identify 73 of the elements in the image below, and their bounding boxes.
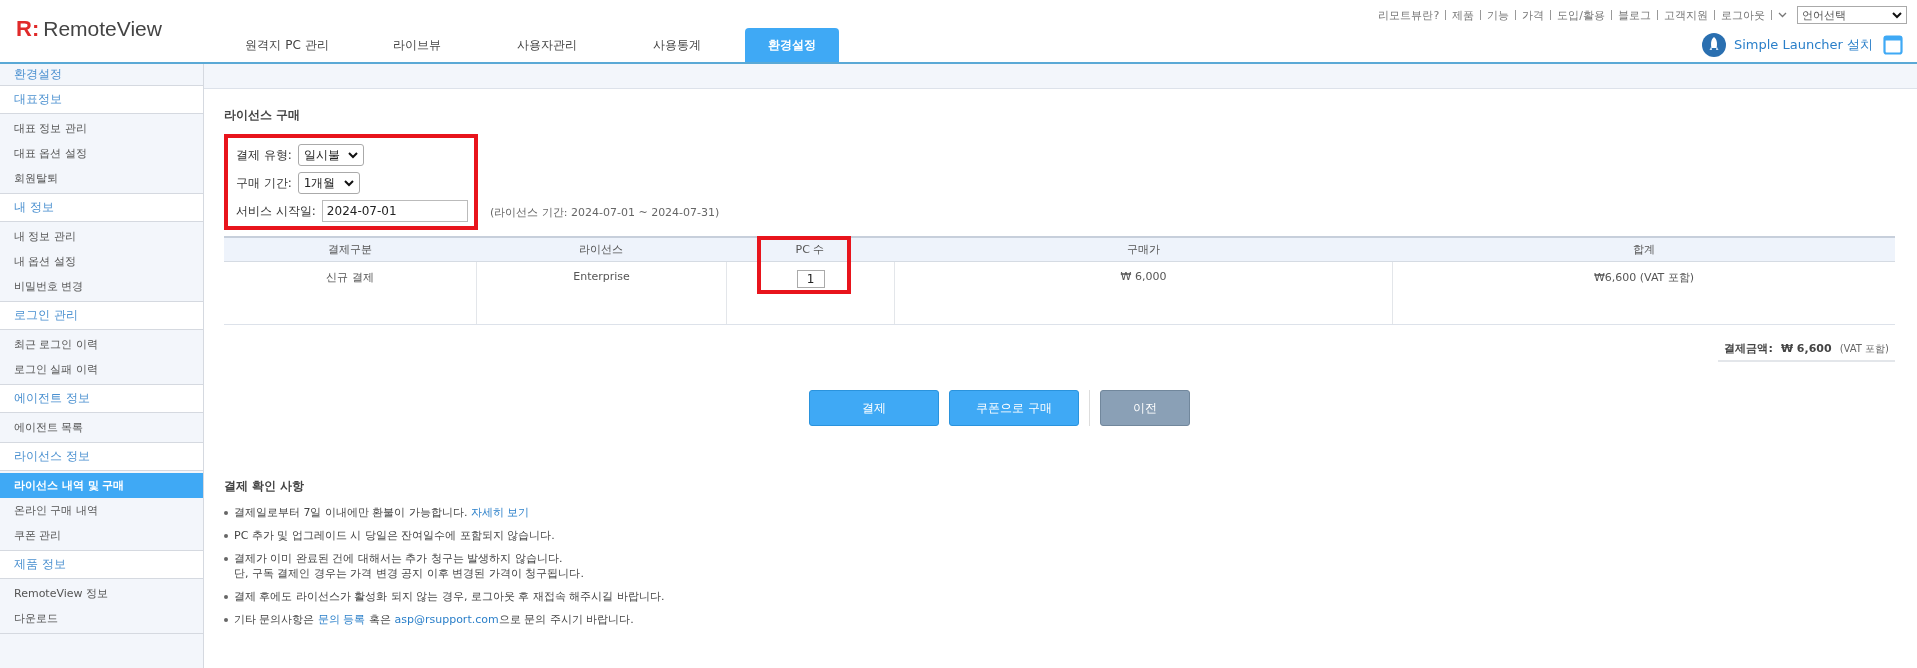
field-label: 서비스 시작일:: [236, 202, 316, 220]
sidebar-item[interactable]: 대표 옵션 설정: [0, 141, 203, 166]
caret-icon: [1892, 11, 1902, 19]
sidebar-item[interactable]: 최근 로그인 이력: [0, 332, 203, 357]
utility-link[interactable]: 고객지원: [1664, 7, 1708, 23]
window-icon[interactable]: [1883, 35, 1903, 55]
sidebar-item[interactable]: 온라인 구매 내역: [0, 498, 203, 523]
launcher-link[interactable]: Simple Launcher 설치: [1701, 33, 1873, 57]
bullet-icon: [224, 534, 228, 538]
column-header: 라이선스: [476, 238, 726, 262]
sidebar-item[interactable]: 대표 정보 관리: [0, 116, 203, 141]
sidebar-group-title: 로그인 관리: [0, 302, 203, 330]
bullet-icon: [224, 557, 228, 561]
caret-icon: [347, 151, 358, 159]
column-header: 구매가: [894, 238, 1392, 262]
note-text: 기타 문의사항은 문의 등록 혹은 asp@rsupport.com으로 문의 주시기 바랍니다.: [234, 612, 634, 627]
sidebar-item[interactable]: 내 옵션 설정: [0, 249, 203, 274]
notes-title: 결제 확인 사항: [224, 478, 306, 495]
table-cell: Enterprise: [476, 262, 726, 324]
dropdown[interactable]: 일시불: [297, 144, 364, 166]
sidebar-item[interactable]: 비밀번호 변경: [0, 274, 203, 299]
nav-tab[interactable]: 사용통계: [615, 28, 739, 62]
rocket-icon: [1701, 33, 1726, 57]
sidebar-item[interactable]: 에이전트 목록: [0, 415, 203, 440]
column-header: 결제구분: [224, 238, 476, 262]
sidebar-item[interactable]: 회원탈퇴: [0, 166, 203, 191]
sidebar-group-title: 라이선스 정보: [0, 443, 203, 471]
nav-tab[interactable]: 라이브뷰: [355, 28, 479, 62]
bullet-icon: [224, 595, 228, 599]
note-text: PC 추가 및 업그레이드 시 당일은 잔여일수에 포함되지 않습니다.: [234, 528, 555, 543]
sidebar-item[interactable]: 내 정보 관리: [0, 224, 203, 249]
note-text: 결제가 이미 완료된 건에 대해서는 추가 청구는 발생하지 않습니다. 단, 구독 결제인 경우는 가격 변경 공지 이후 변경된 가격이 청구됩니다.: [234, 551, 584, 581]
sidebar-item[interactable]: RemoteView 정보: [0, 581, 203, 606]
utility-link[interactable]: 가격: [1522, 7, 1545, 23]
bullet-icon: [224, 618, 228, 622]
sidebar-item[interactable]: 다운로드: [0, 606, 203, 631]
table-cell-text: 신규 결제: [325, 270, 375, 286]
utility-link[interactable]: 도입/활용: [1557, 7, 1605, 23]
sidebar-item[interactable]: 로그인 실패 이력: [0, 357, 203, 382]
chevron-down-icon[interactable]: [1778, 12, 1787, 18]
bullet-icon: [224, 511, 228, 515]
pc-count-field[interactable]: 1: [796, 270, 825, 288]
sidebar-group-title: 대표정보: [0, 86, 203, 114]
language-select[interactable]: 언어선택: [1797, 6, 1907, 24]
sidebar-group-title: 에이전트 정보: [0, 385, 203, 413]
dropdown[interactable]: 1개월: [297, 172, 360, 194]
date-field[interactable]: 2024-07-01: [321, 200, 468, 222]
payment-total: 결제금액: ₩ 6,600 (VAT 포함): [1718, 337, 1895, 362]
note-text: 결제일로부터 7일 이내에만 환불이 가능합니다. 자세히 보기: [234, 505, 530, 520]
utility-link[interactable]: 블로그: [1618, 7, 1651, 23]
note-link[interactable]: 문의 등록: [318, 613, 366, 626]
utility-link[interactable]: 리모트뷰란?: [1378, 7, 1440, 23]
sidebar-group-title: 제품 정보: [0, 551, 203, 579]
utility-link[interactable]: 기능: [1487, 7, 1510, 23]
section-title: 라이선스 구매: [224, 107, 302, 124]
nav-tab[interactable]: 원격지 PC 관리: [225, 28, 349, 62]
table-cell: ₩ 6,000: [894, 262, 1392, 324]
utility-link[interactable]: 로그아웃: [1721, 7, 1765, 23]
note-link[interactable]: asp@rsupport.com: [394, 613, 499, 626]
nav-tab[interactable]: 사용자관리: [485, 28, 609, 62]
note-link[interactable]: 자세히 보기: [471, 506, 530, 519]
logo[interactable]: R: RemoteView: [16, 16, 225, 62]
column-header: PC 수: [726, 238, 894, 262]
field-label: 구매 기간:: [236, 174, 292, 192]
field-label: 결제 유형:: [236, 146, 292, 164]
caret-icon: [343, 179, 354, 187]
column-header: 합계: [1392, 238, 1895, 262]
sidebar-group-title: 내 정보: [0, 194, 203, 222]
note-text: 결제 후에도 라이선스가 활성화 되지 않는 경우, 로그아웃 후 재접속 해주시길 바랍니다.: [234, 589, 665, 604]
sidebar-item[interactable]: 쿠폰 관리: [0, 523, 203, 548]
license-period-note: (라이선스 기간: 2024-07-01 ~ 2024-07-31): [490, 206, 720, 219]
utility-link[interactable]: 제품: [1452, 7, 1475, 23]
table-cell: ₩6,600 (VAT 포함): [1392, 262, 1895, 324]
